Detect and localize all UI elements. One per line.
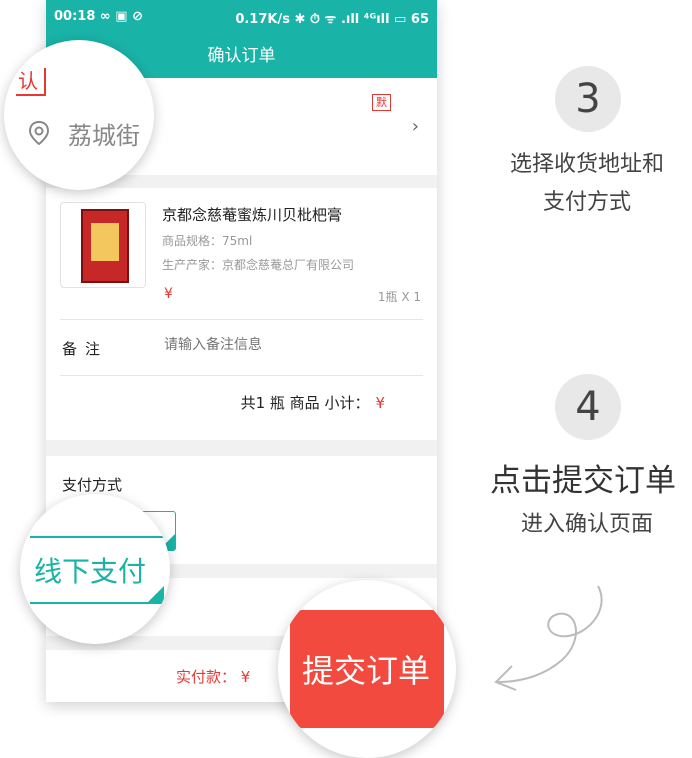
step-4-subtitle: 进入确认页面 [520,512,653,537]
zoom-payment-callout: 线下支付 [20,494,170,644]
chevron-right-icon: › [411,116,419,137]
step-4-title: 点击提交订单 [490,463,676,499]
product-price: ¥ [164,286,173,302]
product-quantity: 1瓶 X 1 [377,290,421,304]
zoom-street: 荔城街 [68,122,140,150]
divider [60,375,423,376]
step-3-badge: 3 [555,66,621,132]
payment-title: 支付方式 [62,476,123,494]
default-tag: 默 [372,94,391,111]
status-bar: 00:18 ∞ ▣ ⊘ 0.17K/s ✱ ⏱ ᯤ .ıll ⁴ᴳıll ▭ 6… [46,0,437,34]
product-maker: 生产产家：京都念慈菴总厂有限公司 [162,258,355,272]
curved-arrow-icon [494,585,603,691]
summary-text: 共1 瓶 商品 小计： [240,394,370,412]
submit-order-label: 提交订单 [302,652,431,690]
step-3-line2: 支付方式 [542,190,631,215]
product-card: 京都念慈菴蜜炼川贝枇杷膏 商品规格：75ml 生产产家：京都念慈菴总厂有限公司 … [46,188,437,440]
divider [60,319,423,320]
zoom-address-callout: 认 荔城街 [4,40,154,190]
step-4-badge: 4 [555,374,621,440]
step-3-line1: 选择收货地址和 [509,152,664,177]
product-spec: 商品规格：75ml [162,234,253,248]
location-pin-icon [28,120,50,146]
zoom-confirm-char: 认 [16,68,46,96]
zoom-selected-icon [148,586,164,602]
product-box-image [81,209,129,283]
note-input[interactable] [162,336,386,354]
step-3-text: 选择收货地址和 支付方式 [478,146,692,222]
note-label: 备注 [62,340,109,358]
zoom-submit-callout: 提交订单 [278,580,456,758]
order-summary: 共1 瓶 商品 小计： ¥ [241,392,385,413]
status-time: 00:18 ∞ ▣ ⊘ [54,9,143,24]
pay-amount: 实付款： ¥ [176,668,251,686]
product-name: 京都念慈菴蜜炼川贝枇杷膏 [162,206,343,224]
status-indicators: 0.17K/s ✱ ⏱ ᯤ .ıll ⁴ᴳıll ▭ 65 [235,12,429,27]
zoom-payment-label: 线下支付 [34,555,147,588]
summary-currency: ¥ [375,394,385,412]
product-image [60,202,146,288]
